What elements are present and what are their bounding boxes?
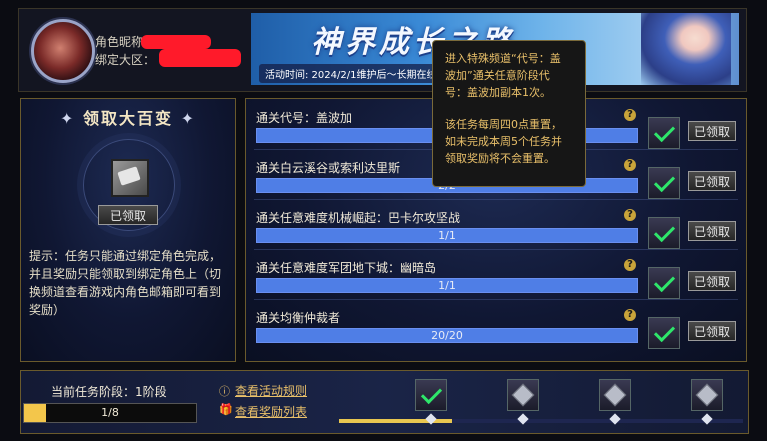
task-name: 通关任意难度机械崛起：巴卡尔攻坚战 bbox=[256, 211, 461, 225]
reward-claimed-button[interactable]: 已领取 bbox=[98, 205, 158, 225]
help-icon[interactable]: ? bbox=[624, 309, 636, 321]
info-icon: ⓘ bbox=[219, 385, 230, 398]
task-progress-text: 20/20 bbox=[431, 329, 463, 342]
help-icon[interactable]: ? bbox=[624, 259, 636, 271]
reward-item-icon[interactable] bbox=[111, 159, 149, 197]
check-icon bbox=[653, 170, 676, 193]
reward-chest-icon[interactable] bbox=[648, 317, 680, 349]
reward-chest-icon[interactable] bbox=[648, 267, 680, 299]
task-progress-text: 1/1 bbox=[438, 229, 456, 242]
stage-progress-bar: 1/8 bbox=[23, 403, 197, 423]
task-tooltip: 进入特殊频道“代号：盖 波加”通关任意阶段代 号：盖波加副本1次。 该任务每周四… bbox=[432, 40, 586, 187]
gift-icon: 🎁 bbox=[219, 403, 233, 416]
bind-region-label: 绑定大区： bbox=[95, 53, 156, 67]
task-row: 通关任意难度机械崛起：巴卡尔攻坚战 ? 1/1 已领取 bbox=[254, 201, 738, 250]
task-progress-bar: 1/1 bbox=[256, 228, 638, 243]
task-claimed-button[interactable]: 已领取 bbox=[688, 171, 736, 191]
task-progress-bar: 1/1 bbox=[256, 278, 638, 293]
reward-panel: ✦ 领取大百变 ✦ 已领取 提示：任务只能通过绑定角色完成，并且奖励只能领取到绑… bbox=[20, 98, 236, 362]
stage-reward-3[interactable] bbox=[599, 379, 631, 411]
task-row: 通关均衡仲裁者 ? 20/20 已领取 bbox=[254, 301, 738, 349]
check-icon bbox=[420, 382, 443, 405]
check-icon bbox=[653, 270, 676, 293]
cube-icon bbox=[603, 383, 627, 407]
task-claimed-button[interactable]: 已领取 bbox=[688, 271, 736, 291]
rewards-link[interactable]: 查看奖励列表 bbox=[235, 403, 307, 420]
redacted-name bbox=[141, 35, 211, 49]
sparkle-icon: ✦ bbox=[173, 109, 196, 128]
reward-chest-icon[interactable] bbox=[648, 167, 680, 199]
task-row: 通关任意难度军团地下城：幽暗岛 ? 1/1 已领取 bbox=[254, 251, 738, 300]
reward-chest-icon[interactable] bbox=[648, 117, 680, 149]
sparkle-icon: ✦ bbox=[60, 109, 83, 128]
stage-reward-4[interactable] bbox=[691, 379, 723, 411]
help-icon[interactable]: ? bbox=[624, 109, 636, 121]
task-name: 通关均衡仲裁者 bbox=[256, 311, 341, 325]
reward-chest-icon[interactable] bbox=[648, 217, 680, 249]
reward-panel-title: ✦ 领取大百变 ✦ bbox=[21, 105, 235, 129]
help-icon[interactable]: ? bbox=[624, 159, 636, 171]
stage-progress-text: 1/8 bbox=[101, 406, 119, 419]
account-header: 角色昵称： 绑定大区： 神界成长之路 活动时间: 2024/2/1维护后～长期在… bbox=[18, 8, 747, 92]
help-icon[interactable]: ? bbox=[624, 209, 636, 221]
task-name: 通关任意难度军团地下城：幽暗岛 bbox=[256, 261, 437, 275]
cube-icon bbox=[511, 383, 535, 407]
task-claimed-button[interactable]: 已领取 bbox=[688, 321, 736, 341]
banner-time: 活动时间: 2024/2/1维护后～长期在线 bbox=[259, 64, 443, 83]
tooltip-reset-note: 该任务每周四0点重置， 如未完成本周5个任务并 领取奖励将不会重置。 bbox=[445, 118, 562, 165]
rules-link[interactable]: 查看活动规则 bbox=[235, 382, 307, 399]
tooltip-desc: 进入特殊频道“代号：盖 波加”通关任意阶段代 号：盖波加副本1次。 bbox=[445, 52, 561, 99]
stage-track bbox=[339, 419, 743, 423]
avatar bbox=[31, 19, 95, 83]
cube-icon bbox=[695, 383, 719, 407]
check-icon bbox=[653, 320, 676, 343]
task-name: 通关代号：盖波加 bbox=[256, 111, 353, 125]
task-name: 通关白云溪谷或索利达里斯 bbox=[256, 161, 401, 175]
reward-hint: 提示：任务只能通过绑定角色完成，并且奖励只能领取到绑定角色上（切换频道查看游戏内… bbox=[29, 249, 222, 317]
stage-reward-1[interactable] bbox=[415, 379, 447, 411]
redacted-region bbox=[159, 49, 241, 67]
reward-title-text: 领取大百变 bbox=[82, 109, 173, 128]
check-icon bbox=[653, 120, 676, 143]
task-progress-text: 1/1 bbox=[438, 279, 456, 292]
stage-label: 当前任务阶段：1阶段 bbox=[51, 385, 167, 399]
task-progress-bar: 20/20 bbox=[256, 328, 638, 343]
stage-reward-2[interactable] bbox=[507, 379, 539, 411]
stage-panel: 当前任务阶段：1阶段 1/8 ⓘ 查看活动规则 🎁 查看奖励列表 bbox=[20, 370, 749, 434]
task-claimed-button[interactable]: 已领取 bbox=[688, 221, 736, 241]
task-claimed-button[interactable]: 已领取 bbox=[688, 121, 736, 141]
banner-character-art bbox=[641, 13, 731, 85]
check-icon bbox=[653, 220, 676, 243]
